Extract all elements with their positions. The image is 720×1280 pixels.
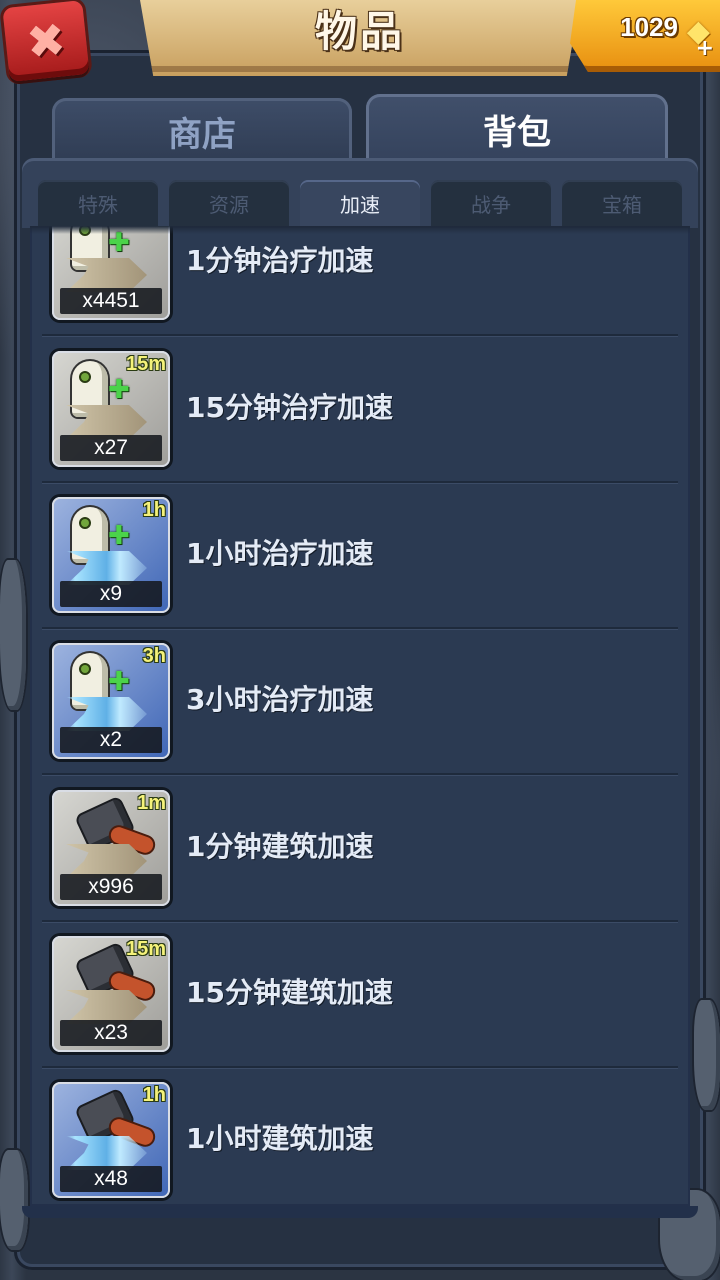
item-name: 3小时治疗加速 — [186, 683, 374, 716]
sub-tab-speedup[interactable]: 加速 — [300, 180, 420, 226]
list-item[interactable]: 15m x23 15分钟建筑加速 — [42, 920, 678, 1068]
duration-badge: 1m — [137, 792, 166, 814]
list-bottom-rim — [22, 1206, 698, 1218]
arrow-icon — [66, 551, 147, 585]
item-thumbnail: ✚ 15m x27 — [52, 351, 170, 467]
item-thumbnail: 1h x48 — [52, 1082, 170, 1198]
sub-tab-special[interactable]: 特殊 — [38, 180, 158, 226]
item-quantity: x23 — [60, 1020, 162, 1046]
duration-badge: 3h — [142, 645, 166, 667]
list-item[interactable]: ✚ 1m x4451 1分钟治疗加速 — [42, 226, 678, 336]
plus-icon: + — [695, 36, 714, 61]
list-item[interactable]: ✚ 3h x2 3小时治疗加速 — [42, 627, 678, 775]
list-item[interactable]: 1m x996 1分钟建筑加速 — [42, 774, 678, 922]
item-thumbnail: ✚ 1m x4451 — [52, 226, 170, 320]
arrow-icon — [66, 697, 147, 731]
tab-shop[interactable]: 商店 — [52, 98, 352, 164]
duration-badge: 15m — [125, 353, 166, 375]
item-name: 1分钟建筑加速 — [186, 830, 374, 863]
list-item[interactable]: 1h x48 1小时建筑加速 — [42, 1066, 678, 1206]
gem-counter-button[interactable]: 1029 ◆ + — [570, 0, 720, 72]
item-quantity: x48 — [60, 1166, 162, 1192]
item-quantity: x2 — [60, 727, 162, 753]
tab-backpack[interactable]: 背包 — [366, 94, 668, 164]
gem-count: 1029 — [620, 12, 678, 42]
plus-icon: ✚ — [108, 667, 130, 697]
list-item[interactable]: ✚ 15m x27 15分钟治疗加速 — [42, 335, 678, 483]
duration-badge: 1h — [142, 499, 166, 521]
item-name: 1小时建筑加速 — [186, 1122, 374, 1155]
item-thumbnail: ✚ 3h x2 — [52, 643, 170, 759]
item-quantity: x27 — [60, 435, 162, 461]
rock-decoration — [694, 1000, 720, 1110]
sub-tab-war[interactable]: 战争 — [431, 180, 551, 226]
item-list[interactable]: ✚ 1m x4451 1分钟治疗加速 ✚ 15m x27 15分钟治疗加速 ✚ … — [30, 226, 690, 1206]
duration-badge: 15m — [125, 938, 166, 960]
sub-tab-resources[interactable]: 资源 — [169, 180, 289, 226]
duration-badge: 1h — [142, 1084, 166, 1106]
list-top-shadow — [30, 226, 690, 234]
rock-decoration — [0, 1150, 28, 1250]
item-thumbnail: 15m x23 — [52, 936, 170, 1052]
item-quantity: x4451 — [60, 288, 162, 314]
item-name: 15分钟建筑加速 — [186, 976, 393, 1009]
plus-icon: ✚ — [108, 521, 130, 551]
rock-decoration — [0, 560, 26, 710]
item-quantity: x996 — [60, 874, 162, 900]
item-name: 1分钟治疗加速 — [186, 244, 374, 277]
sub-tab-chest[interactable]: 宝箱 — [562, 180, 682, 226]
item-quantity: x9 — [60, 581, 162, 607]
close-icon: ✖ — [24, 12, 68, 70]
item-thumbnail: 1m x996 — [52, 790, 170, 906]
plus-icon: ✚ — [108, 375, 130, 405]
item-name: 1小时治疗加速 — [186, 537, 374, 570]
item-name: 15分钟治疗加速 — [186, 391, 393, 424]
list-item[interactable]: ✚ 1h x9 1小时治疗加速 — [42, 481, 678, 629]
item-thumbnail: ✚ 1h x9 — [52, 497, 170, 613]
close-button[interactable]: ✖ — [2, 0, 90, 82]
